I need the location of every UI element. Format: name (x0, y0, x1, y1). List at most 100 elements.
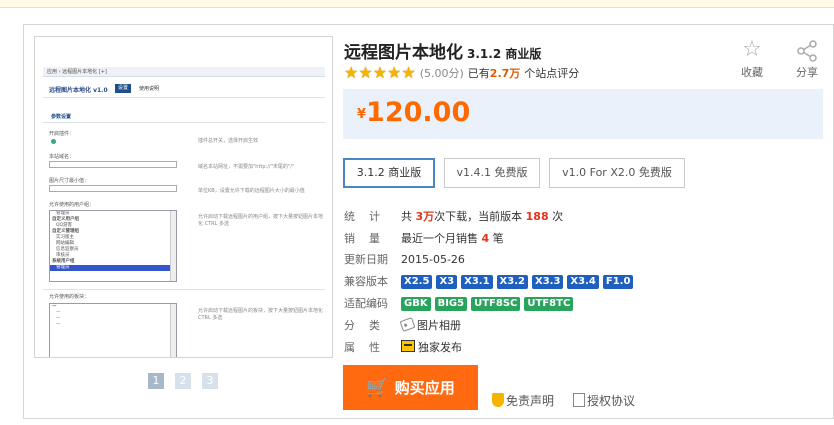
share-button[interactable]: 分享 (789, 36, 825, 80)
preview-row-hint: 插件总开关，选择开启生效 (198, 138, 259, 144)
info-compat: 兼容版本 X2.5 X3 X3.1 X3.2 X3.3 X3.4 F1.0 (344, 274, 637, 290)
scrollbar (170, 304, 176, 357)
compat-badge[interactable]: X3.4 (567, 275, 599, 289)
compat-badge[interactable]: X3 (436, 275, 458, 289)
rating-count: 2.7万 (489, 67, 521, 80)
info-key: 更新日期 (344, 253, 388, 266)
rating: ★ ★ ★ ★ ★ (5.00分) 已有 2.7万 个站点评分 (344, 64, 579, 82)
compat-badge[interactable]: X3.1 (461, 275, 493, 289)
attribute-value: 独家发布 (418, 341, 462, 354)
compat-badge[interactable]: X3.2 (496, 275, 528, 289)
star-outline-icon: ☆ (742, 37, 762, 62)
star-icon: ★ (387, 63, 402, 82)
info-stats: 统计共 3万次下载，当前版本 188 次 (344, 209, 563, 225)
compat-badge[interactable]: X2.5 (401, 275, 433, 289)
stats-mid: 次下载，当前版本 (434, 210, 523, 223)
info-sales: 销量 最近一个月销售 4 笔 (344, 231, 504, 247)
share-label: 分享 (796, 66, 818, 79)
pager-2[interactable]: 2 (175, 373, 191, 389)
version-option-1-0[interactable]: v1.0 For X2.0 免费版 (549, 158, 685, 188)
encoding-badge[interactable]: UTF8SC (471, 297, 521, 311)
encoding-badge[interactable]: UTF8TC (524, 297, 574, 311)
preview-row-hint: 允许启动下载远程图片的用户组，按下大量按钮图片本地化 CTRL 多选 (198, 214, 324, 227)
encoding-badge[interactable]: GBK (401, 297, 431, 311)
stats-suffix: 次 (552, 210, 564, 223)
preview-breadcrumb: 应用 › 远程图片本地化 [+] (43, 67, 325, 77)
preview-row-label: 开启插件： (49, 131, 75, 137)
updated-value: 2015-05-26 (401, 253, 465, 266)
preview-forum-list: — — — — (49, 303, 177, 357)
divider (43, 97, 325, 98)
buy-label: 购买应用 (394, 379, 455, 397)
buy-button[interactable]: 🛒 购买应用 (343, 365, 478, 410)
disclaimer-link[interactable]: 免责声明 (492, 392, 554, 409)
shield-icon (492, 393, 504, 407)
price-box: ¥120.00 (343, 89, 823, 139)
favorite-label: 收藏 (741, 66, 763, 79)
sales-prefix: 最近一个月销售 (401, 232, 478, 245)
category-link[interactable]: 图片相册 (417, 319, 461, 332)
preview-row-label: 本站域名： (49, 154, 75, 160)
version-option-3-1-2[interactable]: 3.1.2 商业版 (343, 158, 435, 188)
license-link[interactable]: 授权协议 (573, 392, 635, 409)
document-icon (573, 393, 585, 407)
top-notice-bar (0, 0, 834, 8)
info-key: 分类 (344, 319, 394, 332)
info-key: 销量 (344, 232, 394, 245)
product-name: 远程图片本地化 (344, 43, 463, 63)
share-icon (789, 36, 825, 64)
preview-row-hint: 域名本站网址，不需要加"http://"末尾的"/" (198, 164, 295, 170)
info-key: 兼容版本 (344, 275, 388, 288)
product-title: 远程图片本地化 3.1.2 商业版 (344, 38, 541, 63)
info-key: 属性 (344, 341, 394, 354)
info-key: 适配编码 (344, 297, 388, 310)
product-version: 3.1.2 商业版 (467, 47, 542, 61)
divider (43, 289, 325, 290)
radio-icon (51, 139, 56, 144)
star-icon: ★ (401, 63, 416, 82)
rating-prefix: 已有 (467, 67, 490, 80)
star-icon: ★ (344, 63, 359, 82)
scrollbar (170, 211, 176, 281)
info-category: 分类 图片相册 (344, 317, 461, 334)
rating-suffix: 个站点评分 (524, 67, 580, 80)
sales-count: 4 (481, 232, 490, 245)
preview-row-label: 允许使用的板块： (49, 294, 90, 300)
cart-icon: 🛒 (366, 377, 389, 398)
pager-1[interactable]: 1 (148, 373, 164, 389)
tag-icon (399, 317, 416, 332)
rating-score: (5.00分) (419, 67, 464, 80)
divider (43, 122, 325, 123)
compat-badge[interactable]: X3.3 (531, 275, 564, 289)
preview-input (49, 185, 177, 192)
favorite-button[interactable]: ☆ 收藏 (734, 36, 770, 80)
pager-3[interactable]: 3 (202, 373, 218, 389)
info-attribute: 属性 独家发布 (344, 340, 462, 356)
preview-tab-other: 使用说明 (139, 86, 160, 92)
price-value: 120.00 (366, 97, 471, 128)
star-icon: ★ (372, 63, 388, 82)
disclaimer-label: 免责声明 (506, 394, 555, 408)
preview-row-hint: 允许启动下载远程图片的板块，按下大量按钮图片本地化 CTRL 多选 (198, 308, 324, 321)
star-icon: ★ (358, 63, 373, 82)
product-screenshot[interactable]: 应用 › 远程图片本地化 [+] 远程图片本地化 v1.0 设置 使用说明 参数… (34, 36, 333, 358)
exclusive-icon (401, 340, 415, 352)
info-updated: 更新日期 2015-05-26 (344, 252, 465, 268)
info-encoding: 适配编码 GBK BIG5 UTF8SC UTF8TC (344, 296, 577, 312)
list-item: — (56, 322, 61, 327)
preview-tab-active: 设置 (115, 84, 132, 93)
preview-input (49, 161, 177, 168)
info-key: 统计 (344, 210, 394, 223)
sales-suffix: 笔 (492, 232, 504, 245)
preview-section: 参数设置 (51, 114, 72, 120)
stats-prefix: 共 (401, 210, 412, 223)
version-option-1-4-1[interactable]: v1.4.1 免费版 (444, 158, 540, 188)
compat-badge[interactable]: F1.0 (602, 275, 634, 289)
preview-row-label: 允许使用的用户组： (49, 202, 95, 208)
currency-symbol: ¥ (357, 107, 367, 122)
encoding-badge[interactable]: BIG5 (434, 297, 468, 311)
preview-title: 远程图片本地化 v1.0 (49, 87, 108, 94)
list-item: 管理员 (50, 265, 176, 271)
stats-current: 188 (525, 210, 549, 223)
price: ¥120.00 (357, 97, 470, 128)
